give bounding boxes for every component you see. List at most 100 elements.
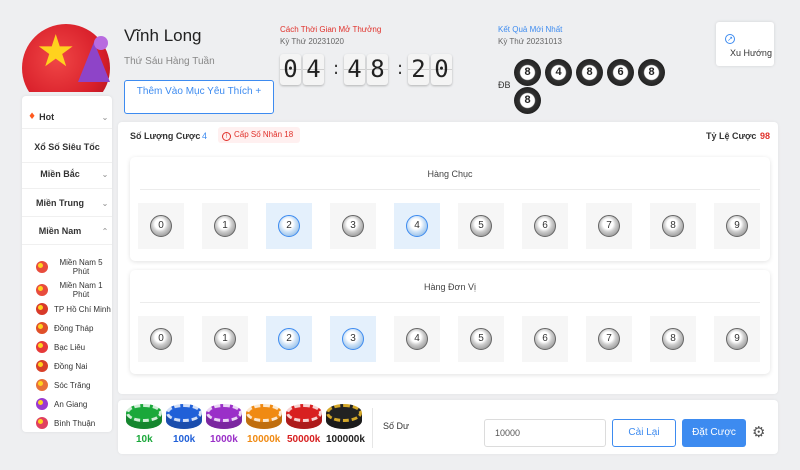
chip-button[interactable]	[126, 404, 162, 430]
result-ball: 8	[514, 59, 541, 86]
number-cell[interactable]: 3	[330, 203, 376, 249]
number-ball: 1	[214, 328, 236, 350]
number-ball: 2	[278, 328, 300, 350]
lottery-icon	[36, 322, 48, 334]
number-ball: 8	[662, 328, 684, 350]
number-ball: 6	[534, 328, 556, 350]
number-ball: 9	[726, 328, 748, 350]
result-ball: 8	[514, 87, 541, 114]
number-cell[interactable]: 3	[330, 316, 376, 362]
balance-input[interactable]: 10000	[484, 419, 606, 447]
trend-chart-icon: ↗	[725, 34, 735, 44]
latest-result-title[interactable]: Kết Quả Mới Nhất	[498, 25, 562, 34]
row-tens: Hàng Chục 0 1 2 3 4 5 6 7 8 9	[130, 157, 770, 261]
number-cell[interactable]: 9	[714, 203, 760, 249]
number-cell[interactable]: 4	[394, 203, 440, 249]
number-cell[interactable]: 1	[202, 203, 248, 249]
number-ball: 3	[342, 328, 364, 350]
sidebar-item-xo-so-sieu-toc[interactable]: Xổ Số Siêu Tốc	[22, 136, 112, 158]
sidebar-subitem-mien-nam-5-phut[interactable]: Miền Nam 5 Phút	[22, 258, 112, 276]
result-ball: 4	[545, 59, 572, 86]
number-cell[interactable]: 0	[138, 203, 184, 249]
odds-value: 98	[760, 131, 771, 141]
number-cell[interactable]: 4	[394, 316, 440, 362]
chip-label: 100k	[173, 434, 196, 445]
number-ball: 4	[406, 215, 428, 237]
lottery-icon	[36, 398, 48, 410]
number-cell[interactable]: 2	[266, 316, 312, 362]
place-bet-button[interactable]: Đặt Cược	[682, 419, 746, 447]
result-ball: 8	[638, 59, 665, 86]
page-subtitle: Thứ Sáu Hàng Tuần	[124, 56, 215, 67]
sidebar-subitem-an-giang[interactable]: An Giang	[22, 398, 112, 410]
lottery-icon	[36, 417, 48, 429]
number-ball: 9	[726, 215, 748, 237]
gear-icon[interactable]: ⚙	[752, 424, 765, 440]
number-cell[interactable]: 6	[522, 316, 568, 362]
number-cell[interactable]: 8	[650, 316, 696, 362]
lottery-icon	[36, 360, 48, 372]
result-ball: 8	[576, 59, 603, 86]
countdown-separator: :	[397, 58, 404, 79]
number-cell[interactable]: 0	[138, 316, 184, 362]
chip-button[interactable]	[286, 404, 322, 430]
number-cell[interactable]: 2	[266, 203, 312, 249]
number-ball: 6	[534, 215, 556, 237]
number-ball: 5	[470, 328, 492, 350]
add-favorite-button[interactable]: Thêm Vào Mục Yêu Thích +	[124, 80, 274, 114]
number-ball: 5	[470, 215, 492, 237]
lottery-icon	[36, 379, 48, 391]
number-cell[interactable]: 5	[458, 316, 504, 362]
trend-button[interactable]: ↗ Xu Hướng	[716, 22, 774, 66]
chip-label: 10k	[136, 434, 153, 445]
chip-button[interactable]	[206, 404, 242, 430]
chevron-up-icon: ⌃	[101, 226, 109, 236]
multiplier-badge: ! Cấp Số Nhân 18	[218, 127, 300, 143]
sidebar-item-hot[interactable]: ♦ Hot ⌄	[22, 110, 112, 124]
chip-button[interactable]	[166, 404, 202, 430]
sidebar-subitem-binh-thuan[interactable]: Bình Thuận	[22, 417, 112, 429]
info-icon: !	[222, 132, 231, 141]
number-cell[interactable]: 7	[586, 203, 632, 249]
number-cell[interactable]: 1	[202, 316, 248, 362]
sidebar-item-mien-nam[interactable]: Miền Nam ⌃	[22, 224, 112, 238]
number-cell[interactable]: 7	[586, 316, 632, 362]
lottery-logo: ★	[22, 24, 110, 92]
countdown-digit: 4	[303, 54, 324, 85]
sidebar-item-mien-bac[interactable]: Miền Bắc ⌄	[22, 167, 112, 181]
reset-button[interactable]: Cài Lại	[612, 419, 676, 447]
number-cell[interactable]: 6	[522, 203, 568, 249]
chevron-down-icon: ⌄	[101, 112, 109, 122]
lottery-icon	[36, 341, 48, 353]
countdown-separator: :	[333, 58, 340, 79]
latest-result-draw: Kỳ Thứ 20231013	[498, 37, 562, 46]
chevron-down-icon: ⌄	[101, 198, 109, 208]
number-ball: 1	[214, 215, 236, 237]
lottery-icon	[36, 303, 48, 315]
chip-label: 10000k	[247, 434, 281, 445]
number-ball: 4	[406, 328, 428, 350]
number-cell[interactable]: 9	[714, 316, 760, 362]
number-cell[interactable]: 8	[650, 203, 696, 249]
number-ball: 2	[278, 215, 300, 237]
number-ball: 0	[150, 328, 172, 350]
number-ball: 0	[150, 215, 172, 237]
bet-count-label: Số Lượng Cược	[130, 131, 201, 141]
row-title: Hàng Chục	[427, 169, 473, 179]
number-ball: 8	[662, 215, 684, 237]
chip-button[interactable]	[326, 404, 362, 430]
bet-count-value: 4	[202, 131, 208, 141]
special-prize-label: ĐB	[498, 80, 511, 90]
number-ball: 3	[342, 215, 364, 237]
chip-button[interactable]	[246, 404, 282, 430]
page-title: Vĩnh Long	[124, 26, 202, 45]
sidebar-subitem-mien-nam-1-phut[interactable]: Miền Nam 1 Phút	[22, 281, 112, 299]
sidebar-item-mien-trung[interactable]: Miền Trung ⌄	[22, 196, 112, 210]
sidebar-subitem-soc-trang[interactable]: Sóc Trăng	[22, 379, 112, 391]
sidebar-subitem-tp-ho-chi-minh[interactable]: TP Hồ Chí Minh	[22, 303, 112, 315]
sidebar-subitem-dong-nai[interactable]: Đồng Nai	[22, 360, 112, 372]
countdown-draw: Kỳ Thứ 20231020	[280, 37, 344, 46]
sidebar-subitem-dong-thap[interactable]: Đồng Tháp	[22, 322, 112, 334]
number-cell[interactable]: 5	[458, 203, 504, 249]
sidebar-subitem-bac-lieu[interactable]: Bạc Liêu	[22, 341, 112, 353]
